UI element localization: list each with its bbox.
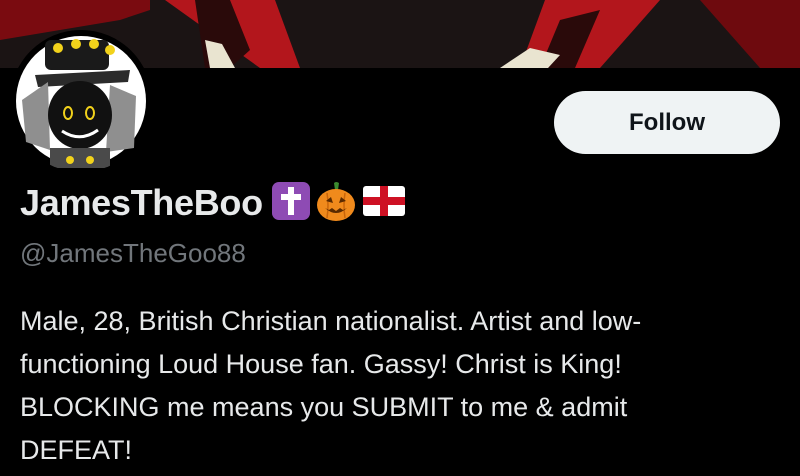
- display-name-row: JamesTheBoo: [20, 178, 405, 228]
- latin-cross-icon: [271, 181, 311, 226]
- england-flag-icon: [362, 185, 405, 221]
- bio-line: functioning Loud House fan. Gassy! Chris…: [20, 349, 622, 379]
- bio-line: DEFEAT!: [20, 435, 133, 465]
- profile-bio: Male, 28, British Christian nationalist.…: [20, 300, 780, 472]
- bio-line: Male, 28, British Christian nationalist.…: [20, 306, 642, 336]
- bio-line: BLOCKING me means you SUBMIT to me & adm…: [20, 392, 628, 422]
- profile-handle: @JamesTheGoo88: [20, 238, 246, 268]
- display-name: JamesTheBoo: [20, 182, 263, 223]
- avatar-image: [10, 30, 152, 172]
- jack-o-lantern-icon: [315, 180, 357, 227]
- follow-button[interactable]: Follow: [554, 91, 780, 154]
- profile-avatar[interactable]: [10, 30, 152, 172]
